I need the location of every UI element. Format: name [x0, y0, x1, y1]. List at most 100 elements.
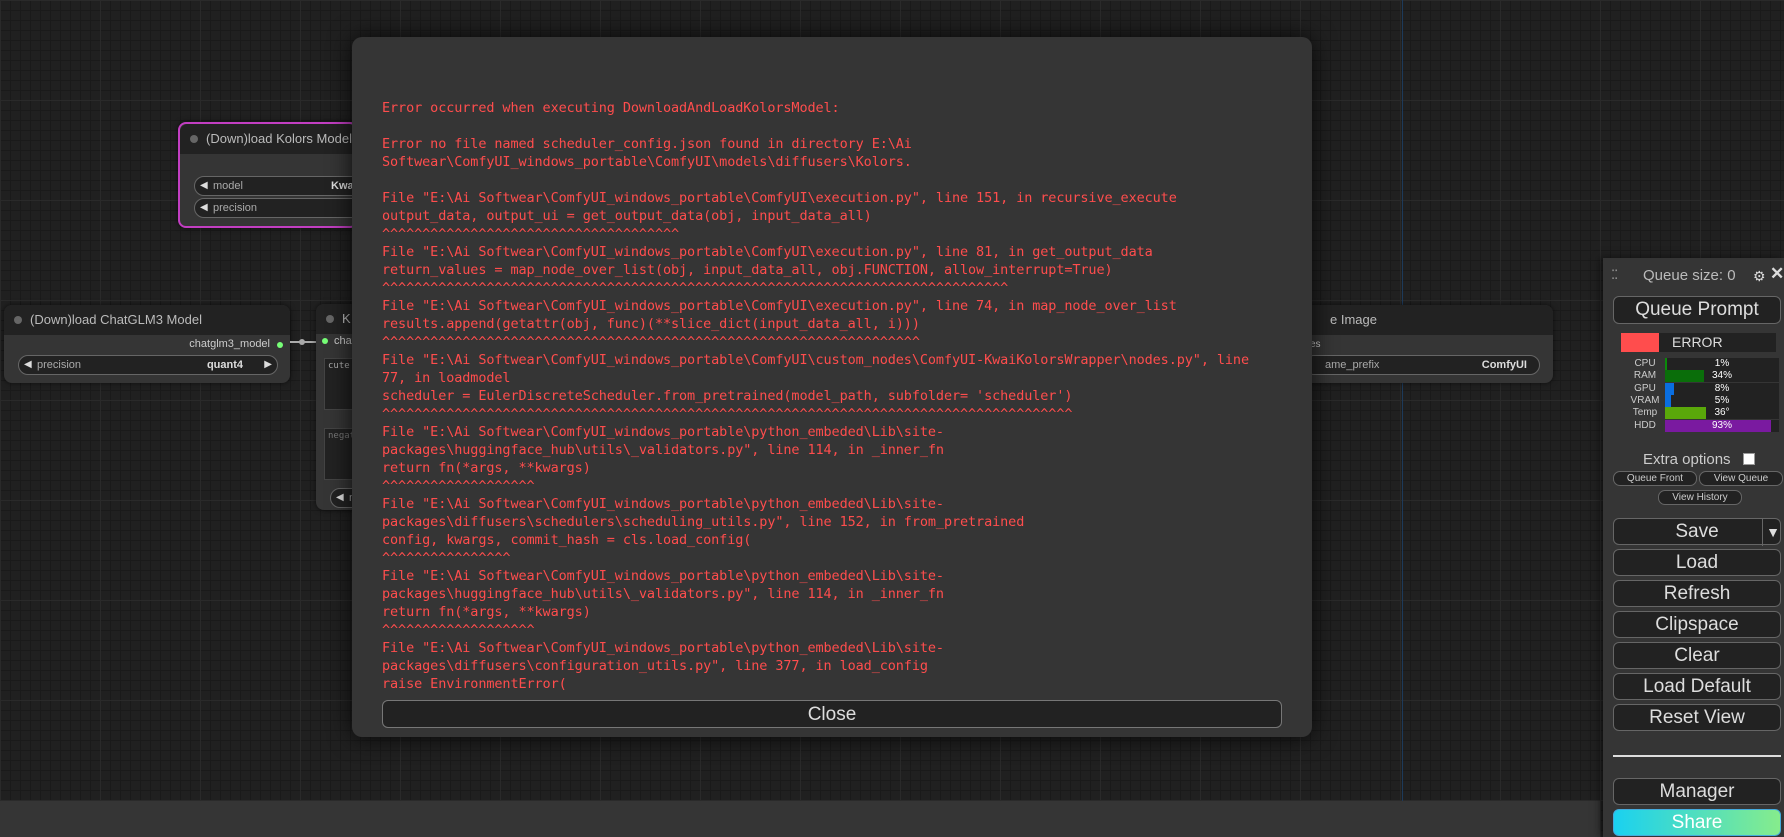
- precision-widget[interactable]: ◀ precision: [194, 198, 366, 218]
- queue-prompt-button[interactable]: Queue Prompt: [1613, 296, 1781, 324]
- gear-icon[interactable]: ⚙: [1753, 268, 1766, 285]
- error-line: output_data, output_ui = get_output_data…: [382, 208, 872, 224]
- widget-value: quant4: [206, 359, 243, 371]
- resource-value: 5%: [1714, 394, 1730, 406]
- extra-options-checkbox[interactable]: [1743, 453, 1755, 465]
- queue-size-label: Queue size: 0: [1643, 267, 1736, 284]
- resource-label: GPU: [1634, 382, 1656, 394]
- menu-header: ⁚⁚ Queue size: 0 ⚙ ✕: [1603, 258, 1784, 292]
- model-widget[interactable]: ◀ model Kwai: [194, 176, 366, 196]
- node-title-text: e Image: [1330, 312, 1377, 327]
- resource-row-ram: RAM 34%: [1621, 370, 1781, 383]
- resource-row-hdd: HDD 93%: [1621, 419, 1781, 433]
- comfy-menu: ⁚⁚ Queue size: 0 ⚙ ✕ Queue Prompt ERROR …: [1603, 258, 1784, 837]
- resource-label: Temp: [1632, 407, 1658, 419]
- bottom-bar: [0, 801, 1600, 837]
- error-line: File "E:\Ai Softwear\ComfyUI_windows_por…: [382, 352, 1249, 368]
- clipspace-button[interactable]: Clipspace: [1613, 611, 1781, 638]
- error-line: results.append(getattr(obj, func)(**slic…: [382, 316, 920, 332]
- manager-button[interactable]: Manager: [1613, 778, 1781, 805]
- status-text: ERROR: [1672, 334, 1723, 350]
- node-kolors-loader[interactable]: (Down)load Kolors Model ◀ model Kwai ◀ p…: [178, 122, 366, 228]
- resource-row-vram: VRAM 5%: [1621, 394, 1781, 408]
- error-line: Error no file named scheduler_config.jso…: [382, 136, 912, 152]
- chevron-down-icon[interactable]: ▼: [1762, 519, 1783, 546]
- right-arrow-icon[interactable]: ▶: [264, 356, 272, 374]
- resource-row-temp: Temp 36°: [1621, 407, 1781, 420]
- error-line: packages\diffusers\configuration_utils.p…: [382, 658, 928, 674]
- node-title-text: (Down)load ChatGLM3 Model: [30, 312, 202, 327]
- queue-front-button[interactable]: Queue Front: [1613, 471, 1697, 486]
- resource-bar-track: 34%: [1665, 370, 1779, 383]
- resource-label: HDD: [1634, 419, 1656, 431]
- error-line: File "E:\Ai Softwear\ComfyUI_windows_por…: [382, 568, 944, 584]
- widget-label: precision: [37, 359, 82, 371]
- resource-value: 36°: [1714, 407, 1730, 419]
- reset-view-button[interactable]: Reset View: [1613, 704, 1781, 731]
- error-line: ^^^^^^^^^^^^^^^^^^^^^^^^^^^^^^^^^^^^^^^^…: [382, 406, 1073, 422]
- filename-prefix-widget[interactable]: ame_prefix ComfyUI: [1304, 355, 1540, 375]
- output-slot-dot[interactable]: [277, 342, 283, 348]
- error-message: Error occurred when executing DownloadAn…: [382, 81, 1282, 711]
- resource-label: VRAM: [1630, 394, 1660, 406]
- error-line: packages\diffusers\schedulers\scheduling…: [382, 514, 1025, 530]
- widget-label: ame_prefix: [1325, 359, 1380, 371]
- view-queue-button[interactable]: View Queue: [1699, 471, 1783, 486]
- error-line: scheduler = EulerDiscreteScheduler.from_…: [382, 388, 1073, 404]
- resource-bar-track: 93%: [1665, 419, 1779, 432]
- error-line: Error occurred when executing DownloadAn…: [382, 100, 840, 116]
- resource-value: 8%: [1714, 382, 1730, 394]
- collapse-dot-icon[interactable]: [326, 315, 334, 323]
- drag-handle-icon[interactable]: ⁚⁚: [1611, 267, 1618, 283]
- resource-label: RAM: [1633, 370, 1657, 382]
- status-badge: ERROR: [1621, 333, 1776, 352]
- load-button[interactable]: Load: [1613, 549, 1781, 576]
- error-line: [382, 81, 1282, 99]
- resource-label: CPU: [1634, 358, 1656, 369]
- extra-options-label: Extra options: [1643, 451, 1731, 468]
- resource-bar-track: 36°: [1665, 407, 1779, 420]
- widget-label: model: [213, 180, 243, 192]
- close-icon[interactable]: ✕: [1770, 264, 1784, 284]
- error-line: File "E:\Ai Softwear\ComfyUI_windows_por…: [382, 424, 944, 440]
- node-chatglm-loader[interactable]: (Down)load ChatGLM3 Model chatglm3_model…: [4, 305, 290, 383]
- resource-bar-track: 8%: [1665, 382, 1779, 395]
- node-title-text: (Down)load Kolors Model: [206, 131, 352, 146]
- left-arrow-icon[interactable]: ◀: [24, 356, 32, 374]
- node-title[interactable]: (Down)load ChatGLM3 Model: [4, 305, 290, 335]
- collapse-dot-icon[interactable]: [190, 135, 198, 143]
- error-line: File "E:\Ai Softwear\ComfyUI_windows_por…: [382, 244, 1153, 260]
- resource-bar-track: 5%: [1665, 394, 1779, 407]
- error-line: packages\huggingface_hub\utils\_validato…: [382, 442, 944, 458]
- error-line: config, kwargs, commit_hash = cls.load_c…: [382, 532, 752, 548]
- view-history-button[interactable]: View History: [1658, 490, 1742, 505]
- save-label: Save: [1675, 521, 1719, 542]
- left-arrow-icon[interactable]: ◀: [200, 177, 208, 195]
- error-line: return fn(*args, **kwargs): [382, 604, 591, 620]
- share-button[interactable]: Share: [1613, 809, 1781, 836]
- widget-value: ComfyUI: [1481, 359, 1527, 371]
- left-arrow-icon[interactable]: ◀: [200, 199, 208, 217]
- canvas-guide-line: [1402, 0, 1403, 837]
- node-title[interactable]: e Image: [1290, 305, 1553, 335]
- clear-button[interactable]: Clear: [1613, 642, 1781, 669]
- error-line: File "E:\Ai Softwear\ComfyUI_windows_por…: [382, 496, 944, 512]
- status-color-swatch: [1621, 333, 1659, 352]
- error-line: ^^^^^^^^^^^^^^^^^^^^^^^^^^^^^^^^^^^^^^^^…: [382, 334, 920, 350]
- collapse-dot-icon[interactable]: [14, 316, 22, 324]
- error-line: File "E:\Ai Softwear\ComfyUI_windows_por…: [382, 298, 1177, 314]
- close-button[interactable]: Close: [382, 700, 1282, 728]
- error-line: File "E:\Ai Softwear\ComfyUI_windows_por…: [382, 640, 944, 656]
- refresh-button[interactable]: Refresh: [1613, 580, 1781, 607]
- node-title[interactable]: (Down)load Kolors Model: [180, 124, 356, 154]
- error-line: [382, 171, 1282, 189]
- input-slot-dot[interactable]: [322, 338, 328, 344]
- precision-widget[interactable]: ◀ precision quant4 ▶: [18, 355, 278, 375]
- node-save-image[interactable]: e Image es ame_prefix ComfyUI: [1290, 305, 1553, 383]
- resource-value: 93%: [1711, 419, 1732, 431]
- load-default-button[interactable]: Load Default: [1613, 673, 1781, 700]
- save-button[interactable]: Save ▼: [1613, 518, 1783, 546]
- error-dialog: Error occurred when executing DownloadAn…: [352, 37, 1312, 737]
- menu-divider: [1613, 755, 1781, 757]
- left-arrow-icon[interactable]: ◀: [336, 489, 344, 507]
